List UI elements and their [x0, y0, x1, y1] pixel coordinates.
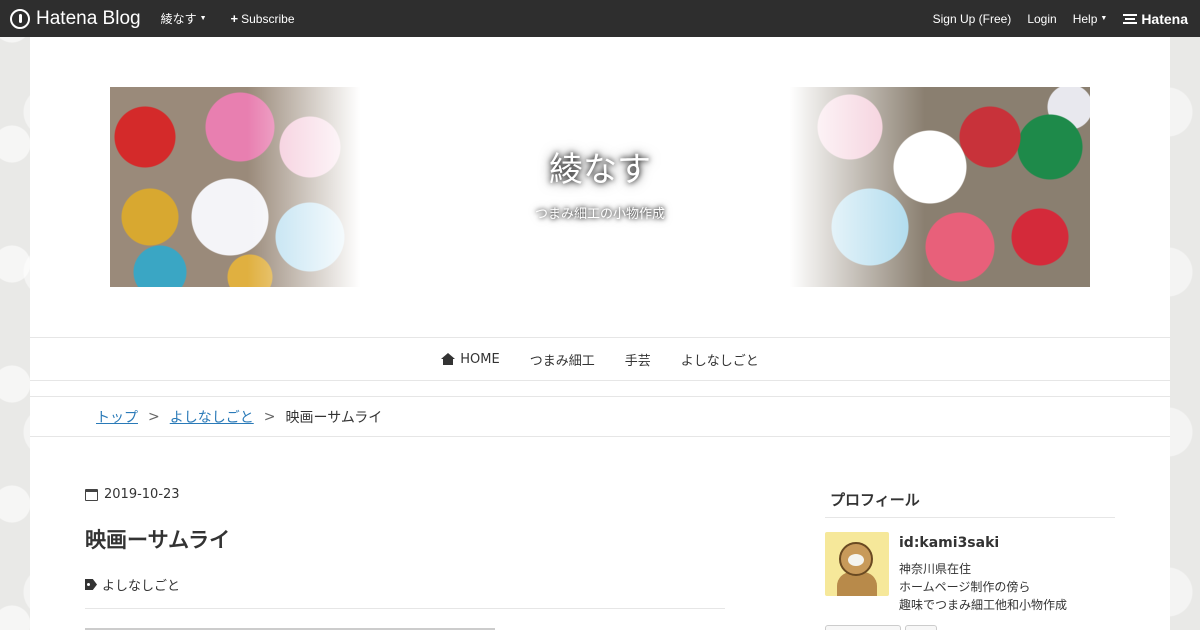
nav-item-label: 手芸	[624, 353, 651, 369]
hatena-blog-logo-icon	[10, 8, 30, 29]
blog-container: 綾なす つまみ細工の小物作成 HOME つまみ細工 手芸 よしなしごと トップ …	[30, 37, 1170, 630]
help-label: Help	[1072, 11, 1098, 26]
entry-date-text: 2019-10-23	[104, 487, 180, 502]
blog-header[interactable]: 綾なす つまみ細工の小物作成	[110, 87, 1090, 287]
sidebar-profile-title: プロフィール	[825, 489, 1115, 518]
nav-item-yoshinashigoto[interactable]: よしなしごと	[681, 350, 759, 369]
topbar-left: Hatena Blog 綾なす ▼ + Subscribe	[0, 8, 319, 30]
entry-category[interactable]: よしなしごと	[85, 575, 180, 594]
follow-count-button[interactable]	[905, 625, 937, 630]
login-link[interactable]: Login	[1027, 12, 1056, 26]
blog-title-wrap: 綾なす つまみ細工の小物作成	[110, 87, 1090, 287]
breadcrumb-current: 映画ーサムライ	[285, 409, 383, 426]
breadcrumb-separator: >	[263, 408, 276, 425]
breadcrumb-category-link[interactable]: よしなしごと	[170, 407, 254, 427]
signup-link[interactable]: Sign Up (Free)	[933, 12, 1012, 26]
entry-category-text: よしなしごと	[102, 579, 181, 594]
caret-down-icon: ▼	[199, 15, 207, 22]
login-label: Login	[1027, 11, 1057, 26]
hatena-blog-logo-text: Hatena Blog	[36, 7, 141, 29]
nav-item-home[interactable]: HOME	[441, 351, 500, 367]
nav-item-label: よしなしごと	[680, 353, 759, 369]
nav-item-tsumami[interactable]: つまみ細工	[530, 350, 595, 369]
hatena-mark-icon	[1123, 13, 1138, 24]
breadcrumb-separator: >	[148, 408, 160, 425]
profile-avatar[interactable]	[825, 532, 889, 596]
entry-divider	[85, 608, 725, 609]
blog-menu-dropdown[interactable]: 綾なす ▼	[161, 10, 207, 27]
tag-icon	[85, 579, 97, 590]
hatena-brand-link[interactable]: Hatena	[1123, 11, 1188, 27]
hatena-blog-logo[interactable]: Hatena Blog	[10, 8, 141, 30]
sidebar-buttons	[825, 625, 937, 630]
entry-title[interactable]: 映画ーサムライ	[85, 524, 230, 554]
caret-down-icon: ▼	[1100, 15, 1108, 22]
nav-item-label: HOME	[460, 351, 500, 367]
help-dropdown[interactable]: Help ▼	[1073, 12, 1108, 26]
topbar-right: Sign Up (Free) Login Help ▼ Hatena	[933, 11, 1200, 27]
nav-item-shugei[interactable]: 手芸	[625, 350, 651, 369]
subscribe-label: Subscribe	[241, 11, 295, 26]
breadcrumb: トップ > よしなしごと > 映画ーサムライ	[30, 396, 1170, 437]
entry-date[interactable]: 2019-10-23	[85, 487, 180, 502]
profile-desc-line: ホームページ制作の傍ら	[899, 580, 1031, 594]
calendar-icon	[85, 488, 98, 501]
blog-description: つまみ細工の小物作成	[534, 207, 665, 222]
nav-item-label: つまみ細工	[529, 353, 595, 369]
follow-button[interactable]	[825, 625, 901, 630]
home-icon	[441, 353, 456, 365]
plus-icon: +	[230, 11, 239, 26]
subscribe-button[interactable]: + Subscribe	[231, 11, 295, 26]
profile-desc-line: 趣味でつまみ細工他和小物作成	[899, 598, 1068, 612]
hatena-topbar: Hatena Blog 綾なす ▼ + Subscribe Sign Up (F…	[0, 0, 1200, 37]
profile-user-id[interactable]: id:kami3saki	[899, 535, 999, 551]
blog-menu-label: 綾なす	[160, 12, 197, 26]
profile-description: 神奈川県在住 ホームページ制作の傍ら 趣味でつまみ細工他和小物作成	[899, 560, 1067, 614]
hatena-brand-label: Hatena	[1141, 10, 1188, 27]
global-nav: HOME つまみ細工 手芸 よしなしごと	[30, 337, 1170, 381]
breadcrumb-top-link[interactable]: トップ	[96, 407, 138, 427]
signup-label: Sign Up (Free)	[932, 11, 1012, 26]
avatar-face	[839, 542, 873, 576]
profile-desc-line: 神奈川県在住	[899, 562, 972, 576]
blog-title[interactable]: 綾なす	[549, 142, 651, 191]
